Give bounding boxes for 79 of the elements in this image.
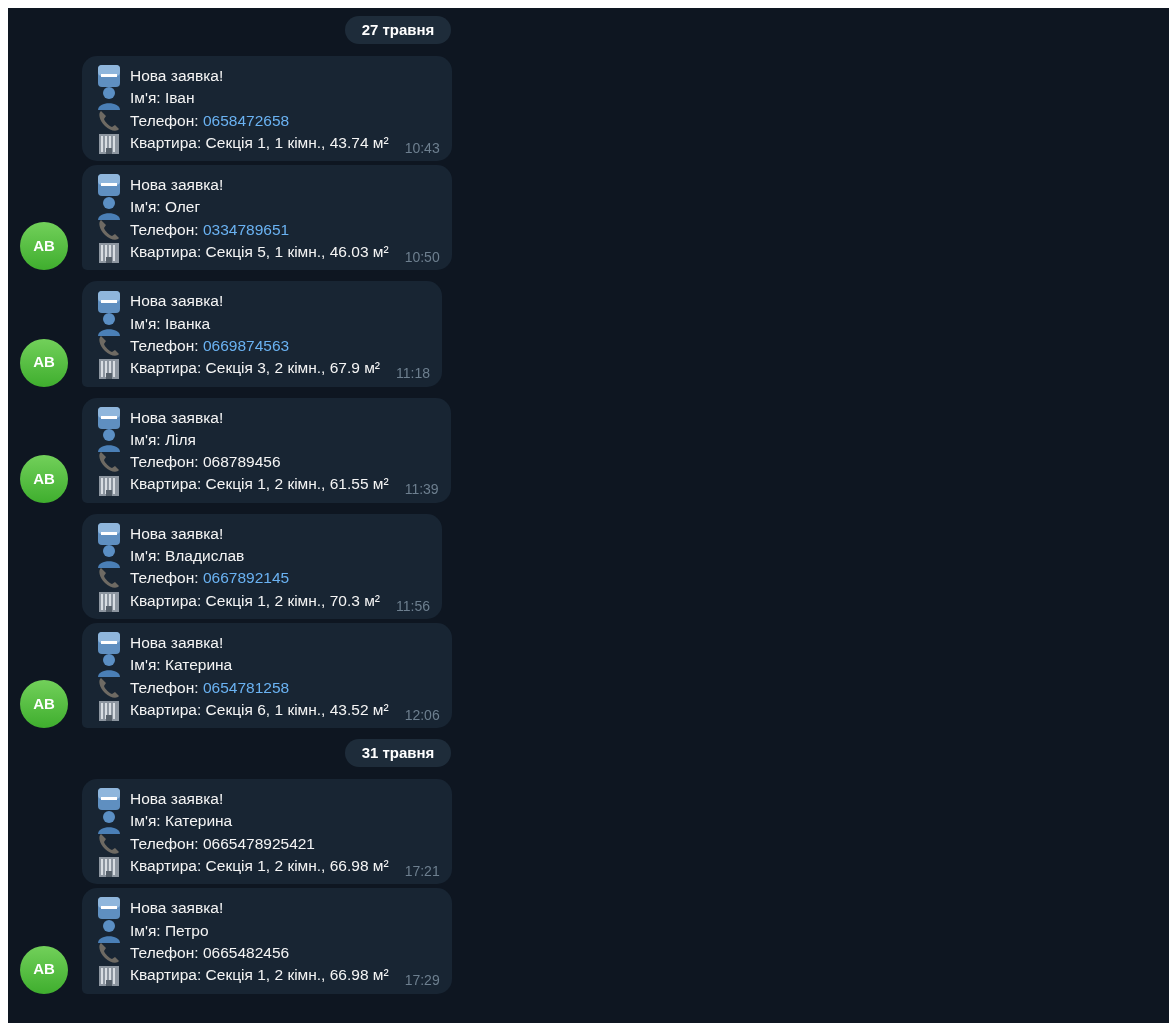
apartment-text: Квартира: Секція 1, 2 кімн., 61.55 м² <box>130 474 389 495</box>
name-text: Ім'я: Владислав <box>130 546 245 567</box>
apartment-text: Квартира: Секція 1, 2 кімн., 70.3 м² <box>130 590 381 611</box>
building-icon <box>97 854 121 879</box>
message-title: Нова заявка! <box>130 66 224 86</box>
phone-link[interactable]: 0654781258 <box>202 676 290 699</box>
phone-label: Телефон: <box>130 452 199 473</box>
phone-number: 0665478925421 <box>202 833 315 854</box>
message-time: 10:43 <box>404 138 440 158</box>
name-text: Ім'я: Іван <box>130 88 195 109</box>
name-text: Ім'я: Катерина <box>130 811 233 832</box>
phone-icon <box>97 566 121 591</box>
phone-link[interactable]: 0669874563 <box>202 334 290 358</box>
building-icon <box>97 356 121 381</box>
building-icon <box>97 131 121 156</box>
message-time: 17:29 <box>404 971 440 991</box>
message-title: Нова заявка! <box>130 291 224 312</box>
phone-icon <box>97 675 121 700</box>
apartment-text: Квартира: Секція 1, 2 кімн., 66.98 м² <box>130 965 389 986</box>
phone-label: Телефон: <box>130 110 199 131</box>
apartment-text: Квартира: Секція 6, 1 кімн., 43.52 м² <box>130 699 389 720</box>
phone-label: Телефон: <box>130 219 199 240</box>
new-icon <box>97 787 121 812</box>
phone-label: Телефон: <box>130 568 199 589</box>
phone-icon <box>97 941 121 966</box>
date-label: 31 травня <box>344 739 452 768</box>
new-icon <box>97 405 121 430</box>
name-text: Ім'я: Катерина <box>130 655 233 676</box>
message-time: 10:50 <box>404 248 440 268</box>
phone-label: Телефон: <box>130 335 199 356</box>
phone-icon <box>97 831 121 856</box>
person-icon <box>97 428 121 452</box>
apartment-text: Квартира: Секція 1, 2 кімн., 66.98 м² <box>130 856 389 876</box>
message-time: 11:39 <box>404 480 439 500</box>
building-icon <box>97 240 121 265</box>
phone-link[interactable]: 0667892145 <box>202 567 290 590</box>
new-icon <box>97 631 121 656</box>
message-title: Нова заявка! <box>130 175 224 196</box>
phone-icon <box>97 108 121 133</box>
phone-icon <box>97 334 121 359</box>
message-time: 17:21 <box>404 862 440 881</box>
phone-link[interactable]: 0658472658 <box>202 109 290 132</box>
phone-icon <box>97 217 121 242</box>
name-text: Ім'я: Олег <box>130 197 201 218</box>
apartment-text: Квартира: Секція 5, 1 кімн., 46.03 м² <box>130 242 389 263</box>
apartment-text: Квартира: Секція 1, 1 кімн., 43.74 м² <box>130 132 389 153</box>
name-text: Ім'я: Петро <box>130 920 209 941</box>
phone-number: 0665482456 <box>202 942 290 963</box>
building-icon <box>97 963 121 988</box>
message-title: Нова заявка! <box>130 789 224 810</box>
person-icon <box>97 195 121 220</box>
phone-label: Телефон: <box>130 677 199 698</box>
phone-link[interactable]: 0334789651 <box>202 218 290 242</box>
new-icon <box>97 896 121 921</box>
date-label: 27 травня <box>344 16 452 44</box>
message-title: Нова заявка! <box>130 407 224 428</box>
person-icon <box>97 311 121 336</box>
message-title: Нова заявка! <box>130 632 224 653</box>
phone-label: Телефон: <box>130 942 199 963</box>
person-icon <box>97 86 121 111</box>
message-title: Нова заявка! <box>130 898 224 919</box>
message-time: 11:18 <box>396 364 431 384</box>
message-time: 11:56 <box>396 596 431 616</box>
message-title: Нова заявка! <box>130 523 224 544</box>
person-icon <box>97 809 121 834</box>
person-icon <box>97 544 121 569</box>
person-icon <box>97 653 121 678</box>
phone-number: 068789456 <box>202 452 281 473</box>
new-icon <box>97 173 121 198</box>
apartment-text: Квартира: Секція 3, 2 кімн., 67.9 м² <box>130 358 381 379</box>
message-time: 12:06 <box>404 705 440 725</box>
new-icon <box>97 289 121 314</box>
phone-icon <box>97 450 121 475</box>
new-icon <box>97 64 121 89</box>
new-icon <box>97 521 121 546</box>
person-icon <box>97 918 121 943</box>
name-text: Ім'я: Ліля <box>130 429 196 450</box>
phone-label: Телефон: <box>130 833 199 854</box>
name-text: Ім'я: Іванка <box>130 313 211 334</box>
